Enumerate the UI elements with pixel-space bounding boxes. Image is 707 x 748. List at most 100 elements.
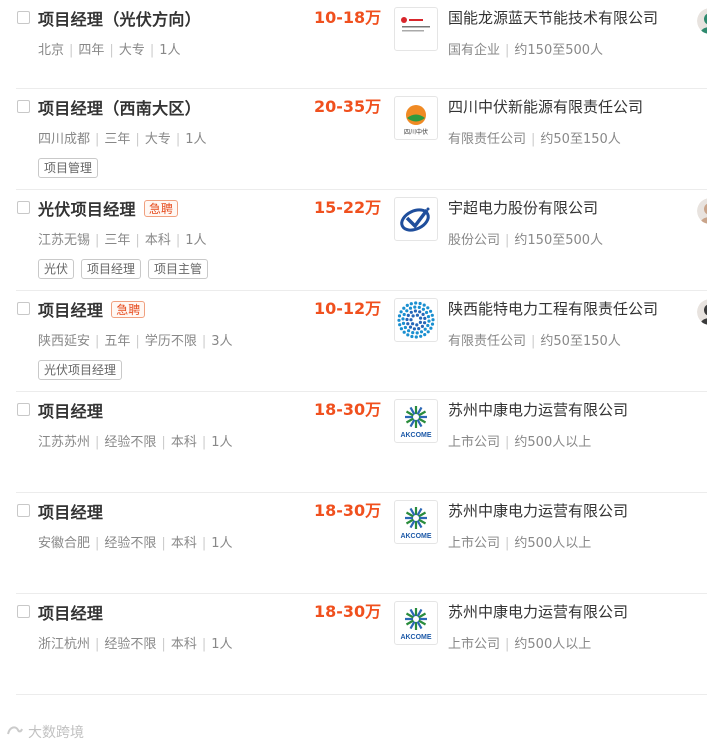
job-card[interactable]: 项目经理 浙江杭州 | 经验不限 | 本科 | 1人 18-30万 AKCOME 苏州中康电力运营有… — [16, 594, 707, 695]
select-checkbox[interactable] — [17, 504, 30, 517]
job-title[interactable]: 光伏项目经理 — [38, 196, 136, 220]
salary: 18-30万 — [314, 400, 382, 419]
yuchao-logo[interactable] — [394, 197, 438, 241]
job-meta-item: 大专 — [144, 132, 171, 147]
meta-separator: | — [95, 132, 100, 147]
company-name[interactable]: 苏州中康电力运营有限公司 — [448, 398, 628, 422]
meta-separator: | — [161, 536, 166, 551]
title-row: 项目经理 — [38, 600, 103, 624]
job-title[interactable]: 项目经理 — [38, 398, 103, 422]
job-card[interactable]: 项目经理（光伏方向） 北京 | 四年 | 大专 | 1人 10-18万 国能龙源蓝天节能技术有限公… — [16, 0, 707, 89]
company-meta-item: 有限责任公司 — [448, 334, 527, 349]
salary: 10-18万 — [314, 8, 382, 27]
meta-separator: | — [505, 637, 510, 652]
select-checkbox[interactable] — [17, 403, 30, 416]
company-name[interactable]: 国能龙源蓝天节能技术有限公司 — [448, 6, 658, 30]
job-meta-item: 本科 — [170, 536, 197, 551]
job-meta-item: 经验不限 — [104, 536, 157, 551]
recruiter-avatar[interactable] — [697, 198, 707, 224]
company-meta: 国有企业 | 约150至500人 — [448, 39, 603, 58]
akcome-logo[interactable]: AKCOME — [394, 500, 438, 544]
job-tag: 光伏项目经理 — [38, 360, 123, 380]
company-meta-item: 上市公司 — [448, 435, 501, 450]
job-title[interactable]: 项目经理 — [38, 600, 103, 624]
meta-separator: | — [201, 334, 207, 349]
job-meta: 浙江杭州 | 经验不限 | 本科 | 1人 — [38, 633, 233, 652]
job-tag: 项目经理 — [81, 259, 142, 279]
akcome-logo-text: AKCOME — [400, 634, 431, 641]
job-meta-item: 大专 — [118, 43, 145, 58]
meta-separator: | — [135, 233, 140, 248]
company-meta-item: 约500人以上 — [514, 637, 592, 652]
urgent-badge: 急聘 — [143, 199, 178, 217]
job-meta-item: 五年 — [104, 334, 131, 349]
job-meta: 安徽合肥 | 经验不限 | 本科 | 1人 — [38, 532, 233, 551]
nengte-logo[interactable] — [394, 298, 438, 342]
job-meta-item: 1人 — [185, 132, 207, 147]
job-meta-item: 三年 — [104, 132, 131, 147]
select-checkbox[interactable] — [17, 201, 30, 214]
akcome-logo-text: AKCOME — [400, 533, 431, 540]
recruiter-avatar[interactable] — [697, 8, 707, 34]
zhongfu-logo[interactable]: 四川中伏 — [394, 96, 438, 140]
meta-separator: | — [95, 637, 100, 652]
job-card[interactable]: 项目经理 江苏苏州 | 经验不限 | 本科 | 1人 18-30万 AKCOME 苏州中康电力运营有… — [16, 392, 707, 493]
meta-separator: | — [95, 233, 100, 248]
select-checkbox[interactable] — [17, 100, 30, 113]
job-meta: 四川成都 | 三年 | 大专 | 1人 — [38, 128, 207, 147]
company-name[interactable]: 陕西能特电力工程有限责任公司 — [448, 297, 658, 321]
title-row: 项目经理（光伏方向） — [38, 6, 201, 30]
company-meta-item: 约50至150人 — [540, 132, 621, 147]
meta-separator: | — [505, 435, 510, 450]
job-meta-item: 本科 — [170, 435, 197, 450]
job-meta-item: 四川成都 — [38, 132, 91, 147]
company-name[interactable]: 苏州中康电力运营有限公司 — [448, 600, 628, 624]
company-name[interactable]: 宇超电力股份有限公司 — [448, 196, 598, 220]
job-tag: 项目主管 — [148, 259, 209, 279]
job-title[interactable]: 项目经理（光伏方向） — [38, 6, 201, 30]
akcome-logo[interactable]: AKCOME — [394, 601, 438, 645]
job-meta-item: 1人 — [159, 43, 181, 58]
title-row: 项目经理 急聘 — [38, 297, 146, 321]
meta-separator: | — [201, 637, 207, 652]
meta-separator: | — [505, 233, 510, 248]
job-card[interactable]: 项目经理 安徽合肥 | 经验不限 | 本科 | 1人 18-30万 AKCOME 苏州中康电力运营有… — [16, 493, 707, 594]
job-tags: 光伏项目经理 — [38, 360, 123, 380]
job-card[interactable]: 光伏项目经理 急聘 江苏无锡 | 三年 | 本科 | 1人 光伏 项目经理 项目主管 15-22万 宇超电… — [16, 190, 707, 291]
company-meta: 上市公司 | 约500人以上 — [448, 431, 591, 450]
meta-separator: | — [161, 637, 166, 652]
job-title[interactable]: 项目经理 — [38, 499, 103, 523]
company-meta-item: 约500人以上 — [514, 435, 592, 450]
company-meta-item: 约500人以上 — [514, 536, 592, 551]
select-checkbox[interactable] — [17, 302, 30, 315]
job-meta-item: 经验不限 — [104, 435, 157, 450]
job-meta-item: 江苏苏州 — [38, 435, 91, 450]
company-name[interactable]: 苏州中康电力运营有限公司 — [448, 499, 628, 523]
longyuan-logo[interactable] — [394, 7, 438, 51]
meta-separator: | — [531, 132, 536, 147]
select-checkbox[interactable] — [17, 11, 30, 24]
meta-separator: | — [95, 536, 100, 551]
job-meta-item: 经验不限 — [104, 637, 157, 652]
akcome-logo-text: AKCOME — [400, 432, 431, 439]
job-title[interactable]: 项目经理（西南大区） — [38, 95, 201, 119]
job-title[interactable]: 项目经理 — [38, 297, 103, 321]
salary: 15-22万 — [314, 198, 382, 217]
select-checkbox[interactable] — [17, 605, 30, 618]
job-meta-item: 1人 — [211, 637, 233, 652]
meta-separator: | — [135, 334, 140, 349]
job-meta: 江苏无锡 | 三年 | 本科 | 1人 — [38, 229, 207, 248]
meta-separator: | — [95, 435, 100, 450]
job-card[interactable]: 项目经理（西南大区） 四川成都 | 三年 | 大专 | 1人 项目管理 20-35万 四川中伏 四川中… — [16, 89, 707, 190]
salary: 20-35万 — [314, 97, 382, 116]
job-card[interactable]: 项目经理 急聘 陕西延安 | 五年 | 学历不限 | 3人 光伏项目经理 10-12万 陕西能特电力工… — [16, 291, 707, 392]
salary: 10-12万 — [314, 299, 382, 318]
company-meta-item: 约150至500人 — [514, 43, 604, 58]
recruiter-avatar[interactable] — [697, 299, 707, 325]
company-meta-item: 有限责任公司 — [448, 132, 527, 147]
company-name[interactable]: 四川中伏新能源有限责任公司 — [448, 95, 643, 119]
title-row: 项目经理 — [38, 398, 103, 422]
job-meta-item: 三年 — [104, 233, 131, 248]
akcome-logo[interactable]: AKCOME — [394, 399, 438, 443]
meta-separator: | — [201, 536, 207, 551]
